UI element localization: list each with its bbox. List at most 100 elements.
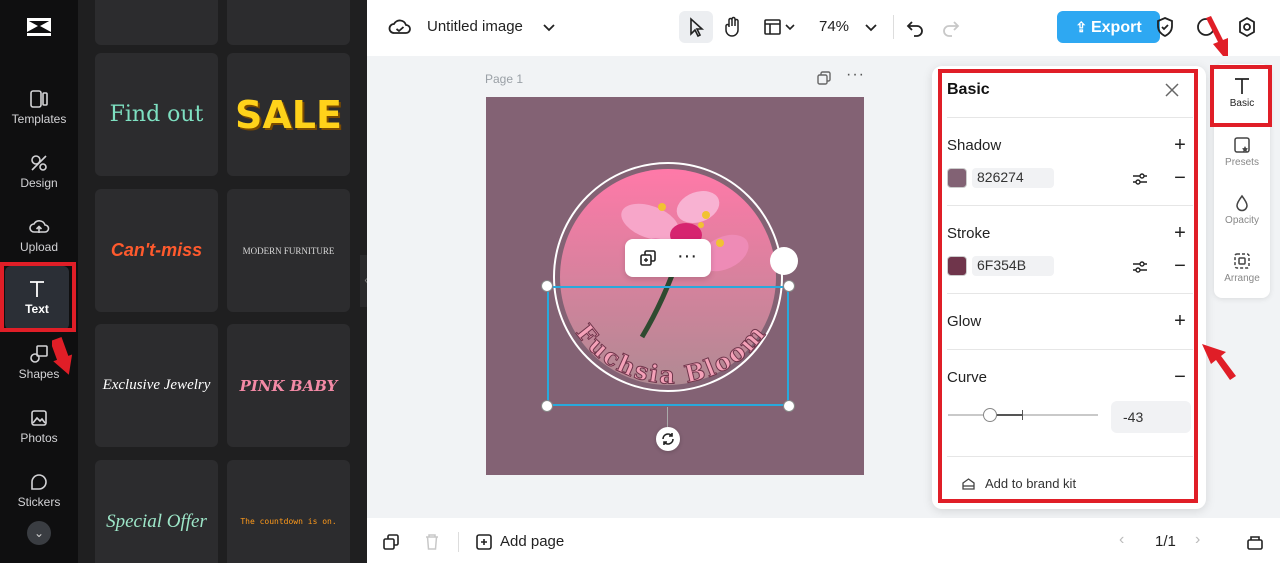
text-selection-box[interactable] (547, 286, 789, 406)
stroke-color-swatch[interactable] (947, 256, 967, 276)
text-template-tile[interactable] (227, 0, 350, 45)
rail-tab-basic[interactable]: Basic (1214, 76, 1270, 109)
shield-check-icon[interactable] (1153, 15, 1177, 39)
hand-tool-icon[interactable] (721, 15, 745, 39)
divider (947, 293, 1193, 294)
shadow-label: Shadow (947, 137, 1002, 154)
text-template-modern-furniture[interactable]: MODERN FURNITURE (227, 189, 350, 312)
curve-value-input[interactable]: -43 (1111, 401, 1191, 433)
page-label: Page 1 (485, 72, 524, 86)
text-template-special-offer[interactable]: Special Offer (95, 460, 218, 563)
add-stroke-icon[interactable]: + (1172, 223, 1188, 243)
remove-stroke-icon[interactable]: − (1172, 256, 1188, 276)
shadow-color-swatch[interactable] (947, 168, 967, 188)
add-glow-icon[interactable]: + (1172, 311, 1188, 331)
export-button[interactable]: ⇪ Export (1057, 11, 1160, 43)
divider (947, 456, 1193, 457)
adjust-sliders-icon[interactable] (1131, 170, 1149, 188)
rail-tab-presets[interactable]: Presets (1214, 135, 1270, 168)
shadow-hex-input[interactable]: 826274 (972, 168, 1054, 188)
template-text: MODERN FURNITURE (242, 245, 335, 256)
adjust-sliders-icon[interactable] (1131, 258, 1149, 276)
text-template-cant-miss[interactable]: Can't-miss (95, 189, 218, 312)
rail-tab-label: Arrange (1224, 273, 1260, 284)
prev-page-icon[interactable]: ‹ (1119, 531, 1124, 549)
stroke-hex-input[interactable]: 6F354B (972, 256, 1054, 276)
page-more-icon[interactable]: ··· (846, 66, 865, 84)
text-template-find-out[interactable]: Find out (95, 53, 218, 176)
curve-slider-track[interactable] (948, 414, 1098, 416)
text-template-countdown[interactable]: The countdown is on. (227, 460, 350, 563)
left-sidebar: Templates Design Upload Text Shapes Phot… (0, 0, 78, 563)
chevron-down-icon[interactable] (783, 15, 797, 39)
sidebar-item-label: Upload (19, 240, 59, 254)
rotate-button[interactable] (656, 427, 680, 451)
shapes-icon (30, 345, 48, 363)
zoom-level[interactable]: 74% (819, 18, 849, 35)
arrange-icon (1234, 253, 1250, 269)
more-tools-button[interactable]: ⌄ (27, 521, 51, 545)
divider (458, 532, 459, 552)
document-title[interactable]: Untitled image (427, 18, 523, 35)
rail-tab-arrange[interactable]: Arrange (1214, 251, 1270, 284)
rotate-icon (662, 433, 674, 445)
remove-shadow-icon[interactable]: − (1172, 168, 1188, 188)
add-shadow-icon[interactable]: + (1172, 135, 1188, 155)
undo-icon[interactable] (903, 15, 927, 39)
divider (947, 349, 1193, 350)
layout-icon[interactable] (761, 15, 785, 39)
rotate-connector (667, 407, 668, 427)
settings-gear-icon[interactable] (1235, 15, 1259, 39)
rail-tab-opacity[interactable]: Opacity (1214, 193, 1270, 226)
duplicate-page-icon[interactable] (816, 70, 832, 86)
chevron-down-icon[interactable] (537, 15, 561, 39)
resize-handle-top-right[interactable] (783, 280, 795, 292)
panel-title: Basic (947, 81, 990, 98)
text-icon (30, 281, 44, 297)
sidebar-item-label: Text (25, 302, 49, 316)
circle-shape[interactable] (770, 247, 798, 275)
close-icon[interactable] (1164, 82, 1180, 98)
delete-trash-icon[interactable] (424, 533, 440, 551)
more-options-icon[interactable]: ··· (677, 245, 697, 268)
select-tool-button[interactable] (679, 11, 713, 43)
duplicate-icon[interactable] (639, 249, 657, 267)
basic-properties-panel (932, 66, 1206, 509)
page-manager-icon[interactable] (1246, 533, 1264, 551)
page-counter: 1/1 (1155, 533, 1176, 550)
text-template-tile[interactable] (95, 0, 218, 45)
redo-icon[interactable] (939, 15, 963, 39)
text-template-sale[interactable]: SALE (227, 53, 350, 176)
sidebar-item-design[interactable]: Design (0, 144, 78, 204)
floating-context-toolbar: ··· (625, 239, 711, 277)
text-template-exclusive-jewelry[interactable]: Exclusive Jewelry (95, 324, 218, 447)
duplicate-page-icon[interactable] (382, 533, 400, 551)
add-to-brand-kit-link[interactable]: Add to brand kit (985, 476, 1076, 491)
chevron-down-icon[interactable] (859, 15, 883, 39)
add-page-label: Add page (500, 533, 565, 550)
resize-handle-bottom-left[interactable] (541, 400, 553, 412)
template-text: PINK BABY (239, 376, 338, 395)
resize-handle-top-left[interactable] (541, 280, 553, 292)
opacity-drop-icon (1236, 194, 1248, 212)
design-icon (31, 155, 47, 171)
sidebar-item-label: Stickers (17, 495, 61, 509)
cloud-sync-icon[interactable] (388, 15, 412, 39)
add-page-icon (476, 534, 492, 550)
export-label: Export (1090, 19, 1142, 36)
sidebar-item-upload[interactable]: Upload (0, 208, 78, 268)
resize-handle-bottom-right[interactable] (783, 400, 795, 412)
templates-icon (30, 90, 48, 108)
sidebar-item-photos[interactable]: Photos (0, 399, 78, 459)
sidebar-item-text[interactable]: Text (5, 266, 69, 330)
stickers-icon (31, 474, 47, 490)
sidebar-item-label: Photos (20, 431, 58, 445)
app-window: Templates Design Upload Text Shapes Phot… (0, 0, 1280, 563)
remove-curve-icon[interactable]: − (1172, 367, 1188, 387)
next-page-icon[interactable]: › (1195, 531, 1200, 549)
text-template-pink-baby[interactable]: PINK BABY (227, 324, 350, 447)
divider (947, 117, 1193, 118)
sidebar-item-stickers[interactable]: Stickers (0, 463, 78, 523)
curve-slider-knob[interactable] (983, 408, 997, 422)
sidebar-item-templates[interactable]: Templates (0, 80, 78, 140)
